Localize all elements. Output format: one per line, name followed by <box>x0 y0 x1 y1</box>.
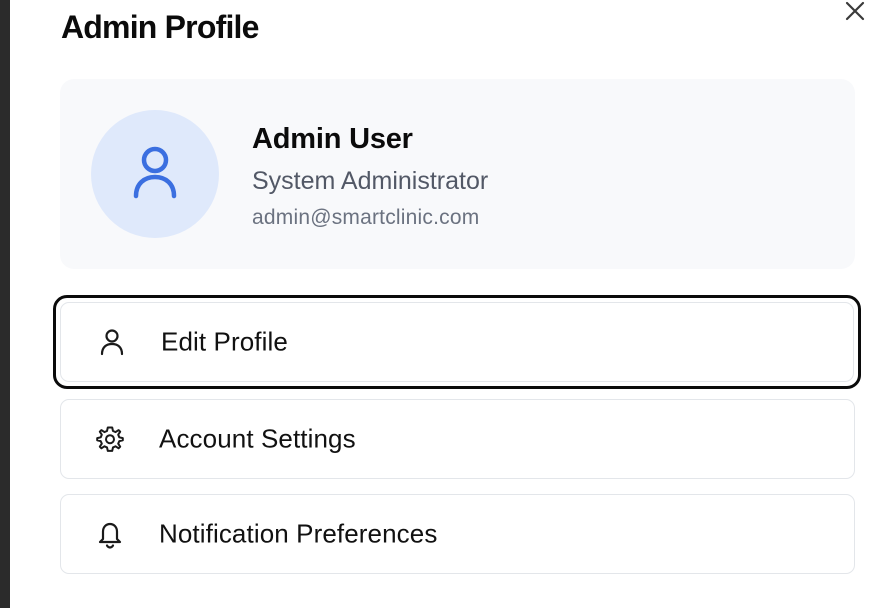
account-settings-button[interactable]: Account Settings <box>60 399 855 479</box>
bell-icon <box>95 519 125 549</box>
avatar <box>91 110 219 238</box>
edit-profile-button[interactable]: Edit Profile <box>53 295 861 389</box>
close-button[interactable] <box>842 0 868 26</box>
profile-card: Admin User System Administrator admin@sm… <box>60 79 855 269</box>
profile-name: Admin User <box>252 123 413 155</box>
account-settings-label: Account Settings <box>159 423 356 454</box>
user-icon <box>97 327 127 357</box>
notification-preferences-button[interactable]: Notification Preferences <box>60 494 855 574</box>
edit-profile-label: Edit Profile <box>161 326 288 357</box>
notification-preferences-label: Notification Preferences <box>159 518 438 549</box>
gear-icon <box>95 424 125 454</box>
close-icon <box>844 0 866 27</box>
user-icon <box>131 144 179 205</box>
backdrop-overlay <box>0 0 10 608</box>
dialog-title: Admin Profile <box>61 9 259 45</box>
profile-email: admin@smartclinic.com <box>252 206 480 229</box>
admin-profile-dialog: Admin Profile Admin User System Administ… <box>10 0 882 608</box>
profile-role: System Administrator <box>252 167 489 195</box>
